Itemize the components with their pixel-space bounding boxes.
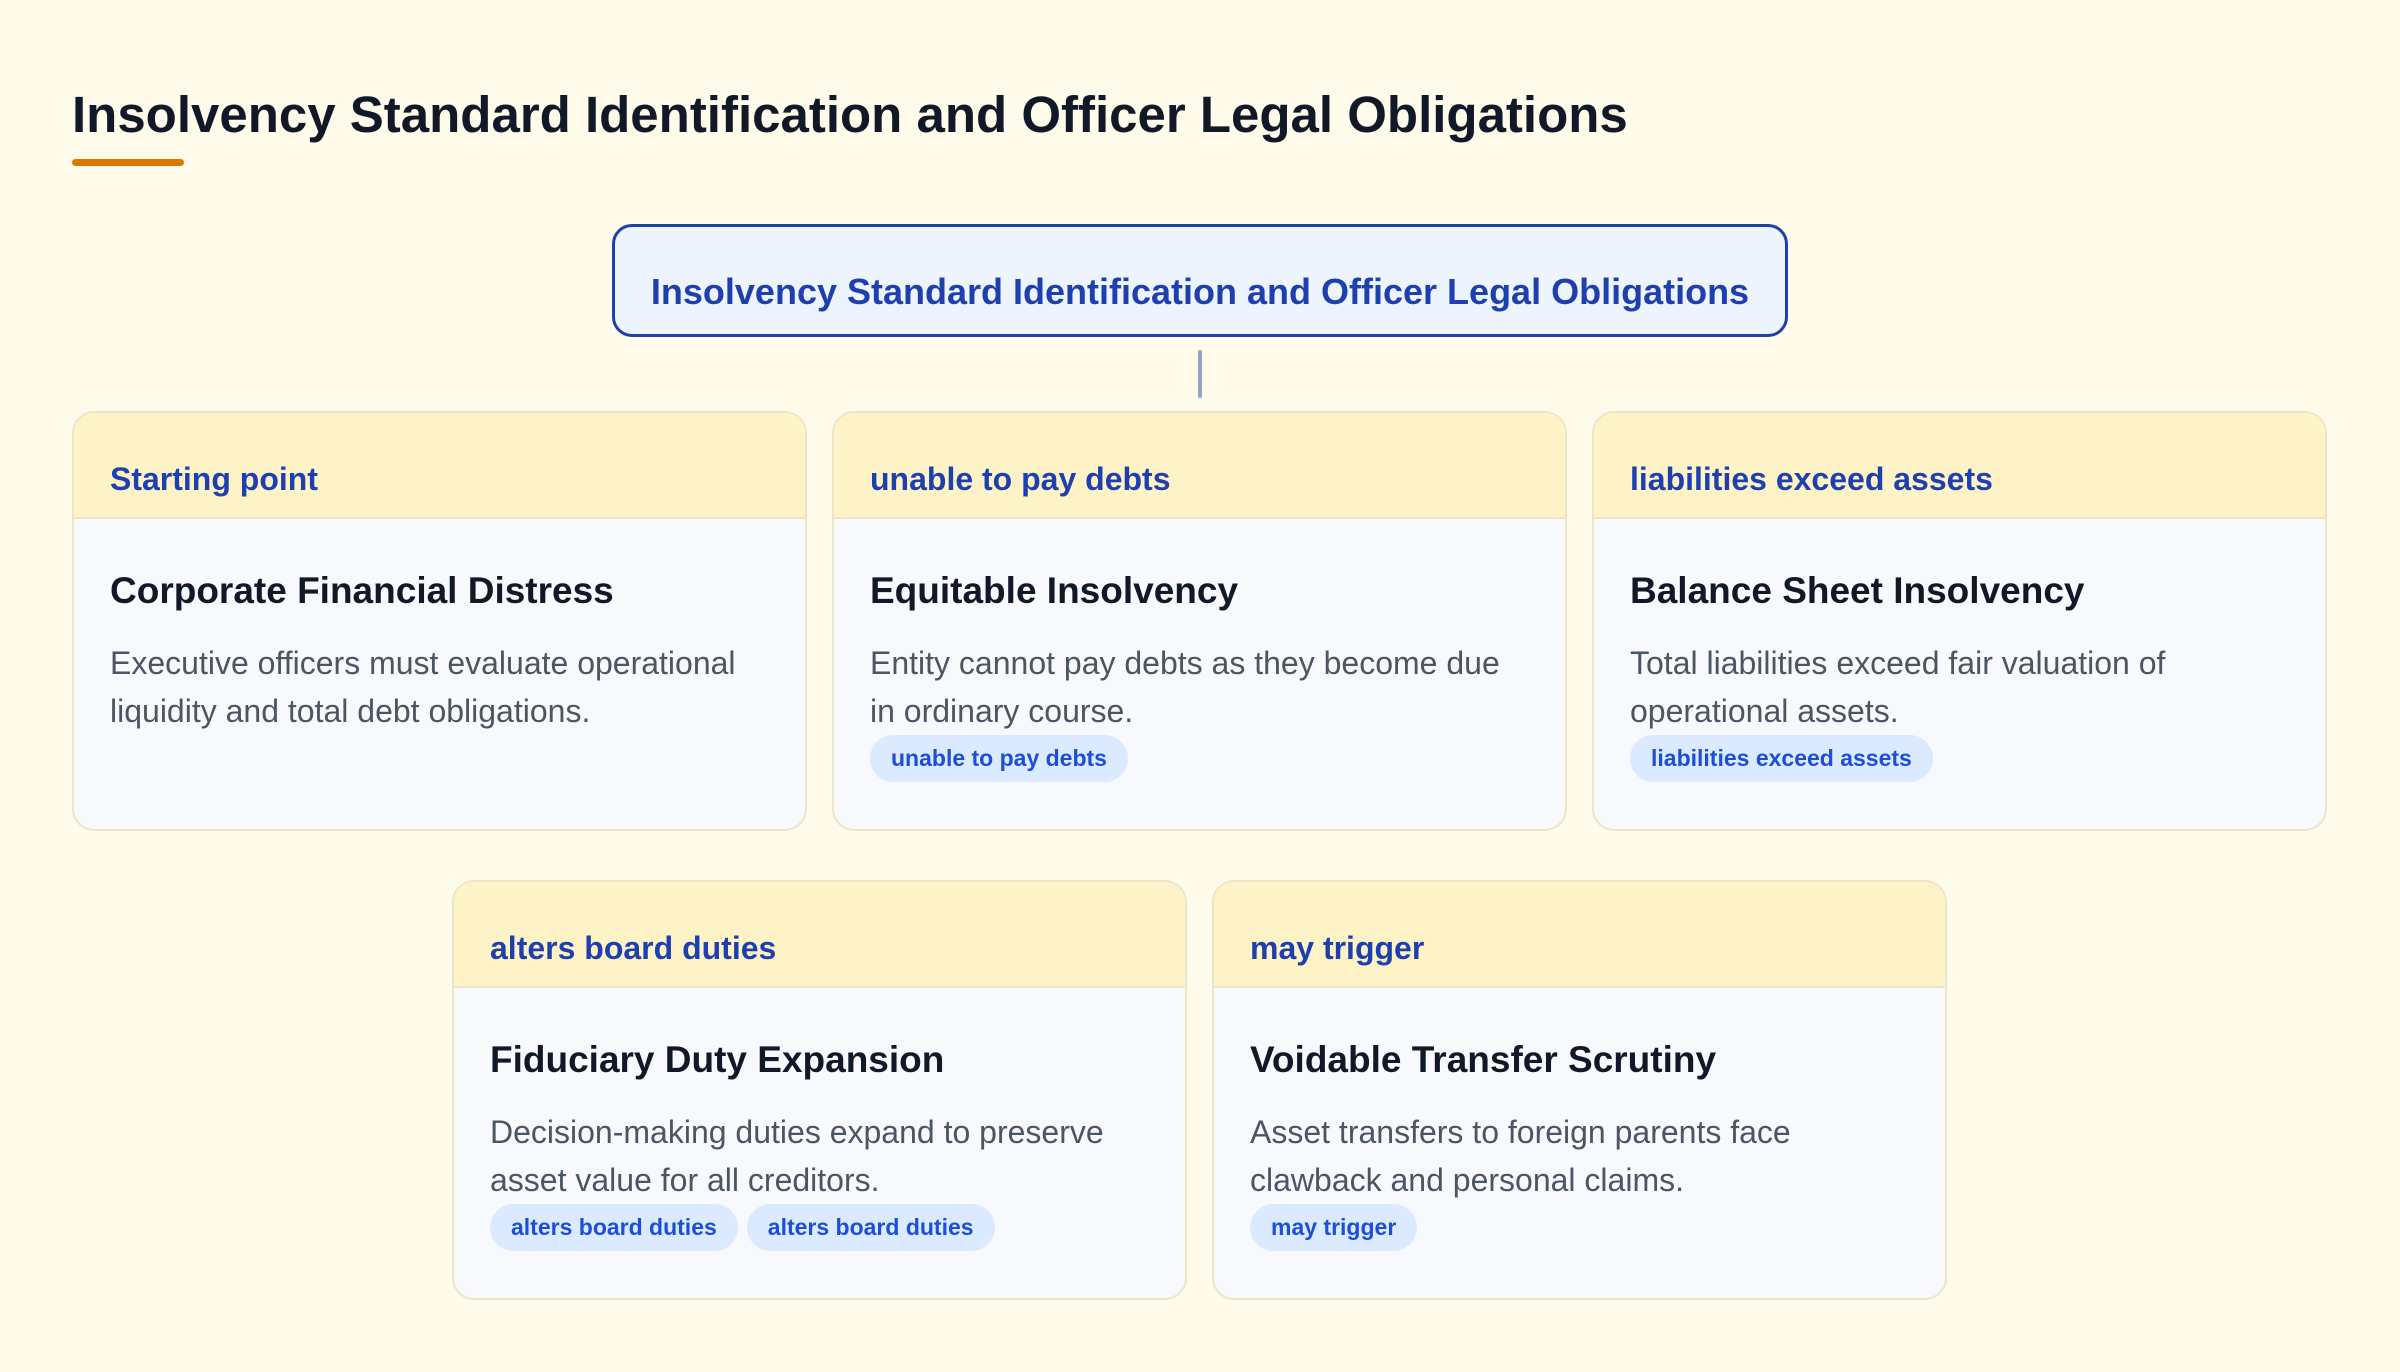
card-description: Executive officers must evaluate operati… — [110, 645, 736, 729]
card-chips: unable to pay debts — [870, 735, 1529, 782]
title-underline — [72, 159, 184, 166]
card-header: alters board duties — [454, 882, 1185, 988]
card-chips: may trigger — [1250, 1204, 1909, 1251]
card-equitable-insolvency: unable to pay debts Equitable Insolvency… — [832, 411, 1567, 831]
card-title: Corporate Financial Distress — [110, 570, 614, 611]
chip: alters board duties — [746, 1204, 995, 1251]
chip: unable to pay debts — [870, 735, 1128, 782]
card-tag: alters board duties — [490, 930, 777, 966]
chip: liabilities exceed assets — [1630, 735, 1933, 782]
chip: alters board duties — [490, 1204, 738, 1251]
card-body: Balance Sheet Insolvency Total liabiliti… — [1594, 519, 2325, 782]
card-balance-sheet-insolvency: liabilities exceed assets Balance Sheet … — [1592, 411, 2327, 831]
page-title: Insolvency Standard Identification and O… — [72, 86, 1628, 143]
card-fiduciary-duty-expansion: alters board duties Fiduciary Duty Expan… — [452, 880, 1187, 1300]
card-title: Fiduciary Duty Expansion — [490, 1039, 945, 1080]
card-body: Corporate Financial Distress Executive o… — [74, 519, 805, 735]
card-description: Entity cannot pay debts as they become d… — [870, 645, 1500, 729]
card-header: may trigger — [1214, 882, 1945, 988]
card-description: Asset transfers to foreign parents face … — [1250, 1114, 1791, 1198]
root-node: Insolvency Standard Identification and O… — [612, 224, 1788, 337]
card-description: Decision-making duties expand to preserv… — [490, 1114, 1104, 1198]
root-node-label: Insolvency Standard Identification and O… — [650, 271, 1750, 312]
chip: may trigger — [1250, 1204, 1418, 1251]
card-chips: alters board duties alters board duties — [490, 1204, 1149, 1251]
card-body: Equitable Insolvency Entity cannot pay d… — [834, 519, 1565, 782]
card-title: Balance Sheet Insolvency — [1630, 570, 2085, 611]
card-chips: liabilities exceed assets — [1630, 735, 2289, 782]
card-corporate-financial-distress: Starting point Corporate Financial Distr… — [72, 411, 807, 831]
card-tag: unable to pay debts — [870, 461, 1171, 497]
card-body: Voidable Transfer Scrutiny Asset transfe… — [1214, 988, 1945, 1251]
card-header: liabilities exceed assets — [1594, 413, 2325, 519]
card-tag: may trigger — [1250, 930, 1425, 966]
card-title: Equitable Insolvency — [870, 570, 1239, 611]
card-body: Fiduciary Duty Expansion Decision-making… — [454, 988, 1185, 1251]
card-header: Starting point — [74, 413, 805, 519]
card-title: Voidable Transfer Scrutiny — [1250, 1039, 1717, 1080]
card-voidable-transfer-scrutiny: may trigger Voidable Transfer Scrutiny A… — [1212, 880, 1947, 1300]
card-tag: liabilities exceed assets — [1630, 461, 1993, 497]
root-connector — [1198, 350, 1202, 398]
card-tag: Starting point — [110, 461, 318, 497]
card-description: Total liabilities exceed fair valuation … — [1630, 645, 2166, 729]
card-header: unable to pay debts — [834, 413, 1565, 519]
